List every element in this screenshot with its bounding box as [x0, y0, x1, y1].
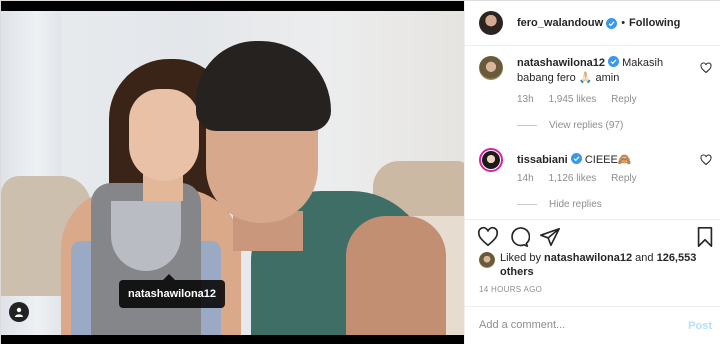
post-timestamp[interactable]: 14 HOURS AGO	[479, 285, 542, 294]
liked-by-avatar[interactable]	[479, 252, 495, 268]
post-button[interactable]: Post	[688, 320, 712, 332]
comment-input[interactable]	[479, 319, 669, 331]
following-button[interactable]: Following	[629, 17, 680, 29]
comment-likes[interactable]: 1,945 likes	[548, 94, 596, 105]
liked-by-connector: and	[635, 252, 654, 264]
verified-badge-icon	[608, 56, 620, 67]
header-username[interactable]: fero_walandouw	[517, 17, 603, 29]
comment-time: 13h	[517, 94, 534, 105]
comment-meta: 14h 1,126 likes Reply	[517, 173, 649, 184]
replies-label[interactable]: Hide replies	[549, 199, 602, 210]
tagged-users-icon[interactable]	[9, 302, 29, 322]
comment-item: natashawilona12 Makasih babang fero 🙏🏻 a…	[479, 56, 714, 136]
add-comment-bar: Post	[465, 306, 720, 344]
comment-bubble-icon[interactable]	[508, 226, 530, 248]
like-heart-icon[interactable]	[477, 226, 499, 248]
reply-button[interactable]: Reply	[611, 173, 637, 184]
comment-meta: 13h 1,945 likes Reply	[517, 94, 649, 105]
post-sidebar: fero_walandouw • Following natashawilona…	[464, 1, 720, 344]
replies-label[interactable]: View replies (97)	[549, 120, 623, 131]
post-header: fero_walandouw • Following	[465, 1, 720, 46]
liked-by-prefix: Liked by	[500, 252, 541, 264]
save-bookmark-icon[interactable]	[694, 226, 716, 248]
selfie-image	[1, 11, 464, 335]
avatar-fero[interactable]	[479, 11, 503, 35]
like-comment-heart-icon[interactable]	[700, 154, 712, 166]
action-bar	[465, 219, 720, 255]
comment-time: 14h	[517, 173, 534, 184]
avatar-natashawilona12[interactable]	[479, 56, 503, 80]
share-paper-plane-icon[interactable]	[539, 226, 561, 248]
instagram-post-window: natashawilona12 fero_walandouw • Followi…	[0, 0, 720, 344]
comment-item: tissabiani CIEEE🙈 14h 1,126 likes Reply …	[479, 148, 714, 218]
liked-by-user[interactable]: natashawilona12	[544, 252, 632, 264]
verified-badge-icon	[570, 153, 582, 164]
hide-replies-toggle[interactable]: Hide replies	[517, 199, 602, 210]
comment-username[interactable]: natashawilona12	[517, 57, 605, 69]
comment-likes[interactable]: 1,126 likes	[548, 173, 596, 184]
comment-username[interactable]: tissabiani	[517, 154, 568, 166]
user-tag-natashawilona12[interactable]: natashawilona12	[119, 274, 226, 308]
comment-body: CIEEE🙈	[584, 154, 632, 166]
view-replies-toggle[interactable]: View replies (97)	[517, 120, 623, 131]
verified-badge-icon	[606, 17, 618, 29]
comment-text: tissabiani CIEEE🙈	[517, 153, 687, 168]
reply-button[interactable]: Reply	[611, 94, 637, 105]
avatar-tissabiani[interactable]	[479, 148, 503, 172]
post-photo[interactable]: natashawilona12	[1, 1, 464, 344]
like-comment-heart-icon[interactable]	[700, 62, 712, 74]
header-separator: •	[621, 17, 626, 29]
comment-text: natashawilona12 Makasih babang fero 🙏🏻 a…	[517, 56, 687, 86]
